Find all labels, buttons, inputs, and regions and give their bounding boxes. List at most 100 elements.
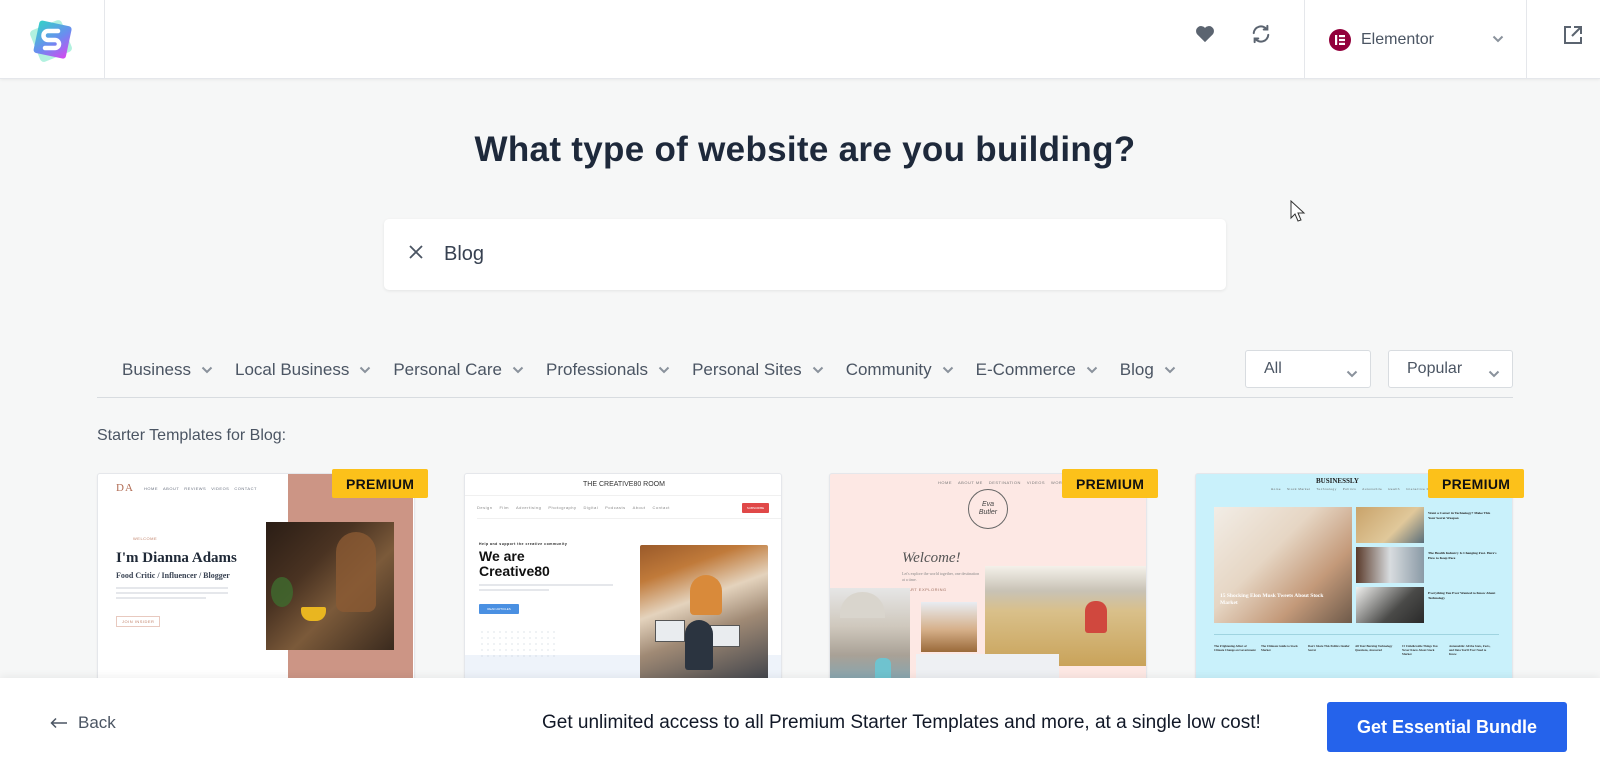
preview-logo-stamp: Eva Butler (968, 489, 1008, 529)
category-list: Business Local Business Personal Care Pr… (122, 350, 1198, 390)
sort-filter-select[interactable]: Popular (1388, 350, 1513, 388)
preview-nav-item: Digital (583, 505, 599, 510)
preview-button: READ ARTICLES (479, 604, 519, 614)
preview-nav-item: REVIEWS (184, 486, 207, 491)
preview-nav-item: Contact (652, 505, 670, 510)
preview-nav-item: About (632, 505, 646, 510)
preview-nav-item: Advertising (516, 505, 542, 510)
preview-text: Let's explore the world together, one de… (902, 571, 980, 582)
preview-nav: HOME ABOUT REVIEWS VIDEOS CONTACT (144, 486, 257, 491)
chevron-down-icon (812, 366, 824, 374)
page-builder-select[interactable]: Elementor (1304, 0, 1527, 79)
preview-nav-item: VIDEOS (211, 486, 230, 491)
preview-nav-item: CONTACT (234, 486, 257, 491)
preview-side-photo (1356, 587, 1424, 623)
preview-nav-item: Home (1271, 487, 1282, 491)
preview-bottom-post: Don't Share This Politics Insider Secret (1308, 644, 1350, 652)
search-box (384, 219, 1226, 290)
category-professionals[interactable]: Professionals (546, 360, 670, 380)
preview-eyebrow: WELCOME (133, 536, 158, 541)
preview-nav-item: Photography (548, 505, 577, 510)
category-e-commerce[interactable]: E-Commerce (976, 360, 1098, 380)
chevron-down-icon (942, 366, 954, 374)
preview-photo-city (830, 588, 910, 682)
preview-divider (477, 518, 781, 519)
arrow-left-icon (50, 717, 68, 729)
heart-icon (1195, 25, 1215, 48)
preview-nav: Design Film Advertising Photography Digi… (477, 505, 670, 510)
favorites-button[interactable] (1191, 22, 1219, 50)
preview-logo-line: Eva (981, 501, 995, 508)
preview-text-line (479, 589, 549, 591)
premium-badge: PREMIUM (1428, 469, 1525, 498)
type-filter-select[interactable]: All (1245, 350, 1371, 388)
starter-templates-logo[interactable] (30, 18, 74, 62)
category-label: Personal Sites (692, 360, 802, 379)
footer-bar: Back Get unlimited access to all Premium… (0, 678, 1600, 768)
back-button[interactable]: Back (50, 713, 116, 733)
category-personal-care[interactable]: Personal Care (393, 360, 524, 380)
template-card-eva-butler[interactable]: HOME ABOUT ME DESTINATION VIDEOS WORK WI… (829, 473, 1147, 683)
preview-text-line (116, 592, 228, 594)
preview-photo-field (985, 566, 1146, 666)
preview-text-line (479, 584, 613, 586)
preview-bottom-posts: The Frightening Affect of Climate Change… (1214, 644, 1504, 656)
preview-side-photo (1356, 547, 1424, 583)
preview-logo-line: Butler (978, 509, 998, 516)
premium-badge: PREMIUM (332, 469, 429, 498)
open-external-button[interactable] (1558, 22, 1588, 52)
preview-nav-item: Film (499, 505, 510, 510)
category-label: Local Business (234, 360, 350, 379)
clear-search-button[interactable] (404, 243, 428, 267)
category-label: E-Commerce (975, 360, 1076, 379)
get-essential-bundle-button[interactable]: Get Essential Bundle (1327, 702, 1567, 752)
preview-hero-title: 15 Shocking Elon Musk Tweets About Stock… (1220, 593, 1324, 606)
preview-photo-back (921, 602, 977, 652)
preview-side-post: Everything You Ever Wanted to Know About… (1428, 591, 1496, 600)
sort-filter-value: Popular (1407, 360, 1463, 377)
category-label: Blog (1119, 360, 1154, 379)
preview-nav-item: Health (1388, 487, 1400, 491)
category-local-business[interactable]: Local Business (235, 360, 371, 380)
preview-cta: SUBSCRIBE (742, 503, 769, 513)
preview-nav-item: Politics (1342, 487, 1357, 491)
type-filter-value: All (1264, 360, 1282, 377)
sync-library-button[interactable] (1247, 22, 1275, 50)
preview-heading-1: We are (479, 548, 525, 564)
category-community[interactable]: Community (846, 360, 954, 380)
category-business[interactable]: Business (122, 360, 213, 380)
section-label: Starter Templates for Blog: (97, 427, 287, 444)
category-blog[interactable]: Blog (1120, 360, 1176, 380)
template-card-businessly[interactable]: BUSINESSLY Home Stock Market Technology … (1195, 473, 1513, 683)
template-card-dianna-adams[interactable]: DA HOME ABOUT REVIEWS VIDEOS CONTACT WEL… (97, 473, 415, 683)
external-link-icon (1563, 25, 1583, 50)
page-builder-label: Elementor (1361, 30, 1434, 48)
preview-nav-item: HOME (144, 486, 158, 491)
preview-nav-item: HOME (938, 480, 952, 485)
category-nav: Business Local Business Personal Care Pr… (97, 350, 1513, 398)
preview-nav-item: Design (477, 505, 493, 510)
category-label: Community (845, 360, 932, 379)
preview-nav-item: Automobile (1362, 487, 1383, 491)
preview-subheading: Food Critic / Influencer / Blogger (116, 571, 230, 580)
search-input[interactable] (444, 243, 1204, 266)
preview-heading-2: Creative80 (479, 563, 550, 579)
chevron-down-icon (1346, 365, 1358, 383)
top-bar: Elementor (0, 0, 1600, 79)
preview-text-line (116, 597, 206, 599)
logo-container (0, 0, 105, 79)
preview-nav-item: Technology (1316, 487, 1337, 491)
page-title: What type of website are you building? (474, 130, 1136, 169)
preview-bottom-post: 15 Unbelievable Things You Never Knew Ab… (1402, 644, 1438, 656)
chevron-down-icon (512, 366, 524, 374)
preview-site-title: THE CREATIVE80 ROOM (465, 474, 781, 496)
category-personal-sites[interactable]: Personal Sites (692, 360, 824, 380)
preview-bottom-post: The Ultimate Guide to Stock Market (1261, 644, 1298, 652)
template-card-creative80[interactable]: THE CREATIVE80 ROOM Design Film Advertis… (464, 473, 782, 683)
preview-button: JOIN INSIDER (116, 616, 161, 627)
preview-nav: Home Stock Market Technology Politics Au… (1271, 487, 1439, 491)
back-label: Back (78, 713, 116, 732)
sync-icon (1250, 24, 1272, 49)
category-label: Personal Care (393, 360, 502, 379)
preview-bottom-post: The Frightening Affect of Climate Change… (1214, 644, 1256, 652)
